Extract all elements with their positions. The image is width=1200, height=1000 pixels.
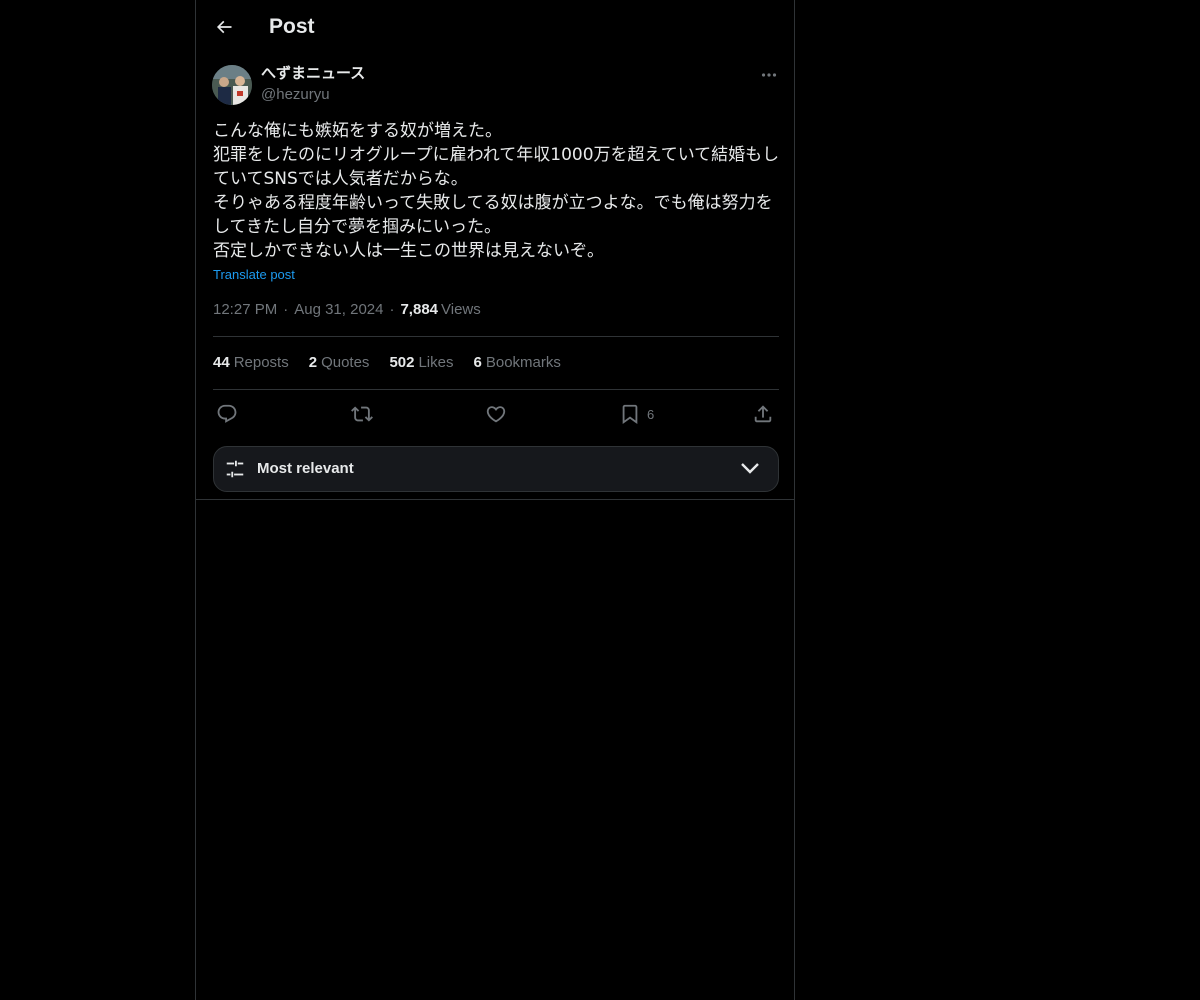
bookmarks-label: Bookmarks bbox=[485, 354, 561, 371]
avatar[interactable] bbox=[212, 65, 252, 105]
views-count: 7,884 bbox=[400, 301, 439, 318]
divider bbox=[213, 336, 779, 337]
chevron-down-icon bbox=[741, 463, 759, 474]
bookmark-button[interactable]: 6 bbox=[619, 400, 654, 428]
separator-dot: · bbox=[283, 301, 289, 318]
bookmarks-count: 6 bbox=[473, 354, 482, 371]
likes-count: 502 bbox=[389, 354, 415, 371]
sort-replies-dropdown[interactable]: Most relevant bbox=[213, 446, 779, 492]
arrow-left-icon bbox=[216, 20, 232, 34]
post-text-line: そりゃある程度年齢いって失敗してる奴は腹が立つよな。でも俺は努力を bbox=[213, 193, 773, 213]
author-name[interactable]: へずまニュース bbox=[261, 64, 365, 84]
repost-icon bbox=[351, 406, 373, 422]
more-icon bbox=[761, 73, 777, 77]
likes-stat[interactable]: 502 Likes bbox=[389, 353, 453, 373]
author-handle[interactable]: @hezuryu bbox=[261, 85, 330, 105]
bookmark-count: 6 bbox=[647, 406, 655, 422]
reply-icon bbox=[217, 404, 237, 423]
divider bbox=[213, 389, 779, 390]
heart-icon bbox=[486, 406, 506, 423]
post-time[interactable]: 12:27 PM bbox=[213, 300, 277, 320]
post-meta: 12:27 PM · Aug 31, 2024 · 7,884 Views bbox=[213, 300, 481, 320]
translate-post-link[interactable]: Translate post bbox=[213, 266, 295, 284]
post-text-line: こんな俺にも嫉妬をする奴が増えた。 bbox=[213, 121, 502, 141]
bookmarks-stat[interactable]: 6 Bookmarks bbox=[474, 353, 561, 373]
post-text-line: 否定しかできない人は一生この世界は見えないぞ。 bbox=[213, 241, 604, 261]
post-text-line: ていてSNSでは人気者だからな。 bbox=[213, 169, 468, 189]
share-icon bbox=[754, 405, 772, 423]
views-label: Views bbox=[441, 301, 481, 318]
post-text-line: 犯罪をしたのにリオグループに雇われて年収1000万を超えていて結婚もし bbox=[213, 145, 780, 165]
sort-label: Most relevant bbox=[257, 460, 354, 477]
engagement-stats: 44 Reposts 2 Quotes 502 Likes 6 Bookmarks bbox=[213, 353, 561, 373]
page-header: Post bbox=[196, 0, 794, 54]
quotes-stat[interactable]: 2 Quotes bbox=[309, 353, 370, 373]
likes-label: Likes bbox=[418, 354, 454, 371]
like-button[interactable] bbox=[485, 400, 507, 428]
post-date[interactable]: Aug 31, 2024 bbox=[294, 300, 383, 320]
divider bbox=[196, 499, 794, 500]
repost-button[interactable] bbox=[351, 400, 373, 428]
more-options-button[interactable] bbox=[756, 63, 782, 87]
separator-dot: · bbox=[389, 301, 395, 318]
sliders-icon bbox=[226, 460, 244, 478]
back-button[interactable] bbox=[208, 11, 240, 43]
bookmark-icon bbox=[622, 404, 638, 425]
quotes-label: Quotes bbox=[321, 354, 370, 371]
page-title: Post bbox=[269, 15, 315, 38]
post-column: Post へずまニュース @hezuryu こんな俺にも嫉妬をする奴が増えた。 … bbox=[195, 0, 795, 1000]
reposts-count: 44 bbox=[213, 354, 230, 371]
reply-button[interactable] bbox=[216, 400, 238, 428]
post-text: こんな俺にも嫉妬をする奴が増えた。 犯罪をしたのにリオグループに雇われて年収10… bbox=[213, 119, 779, 263]
reposts-label: Reposts bbox=[233, 354, 289, 371]
post-text-line: してきたし自分で夢を掴みにいった。 bbox=[213, 217, 501, 237]
share-button[interactable] bbox=[752, 400, 774, 428]
reposts-stat[interactable]: 44 Reposts bbox=[213, 353, 289, 373]
quotes-count: 2 bbox=[308, 354, 318, 371]
